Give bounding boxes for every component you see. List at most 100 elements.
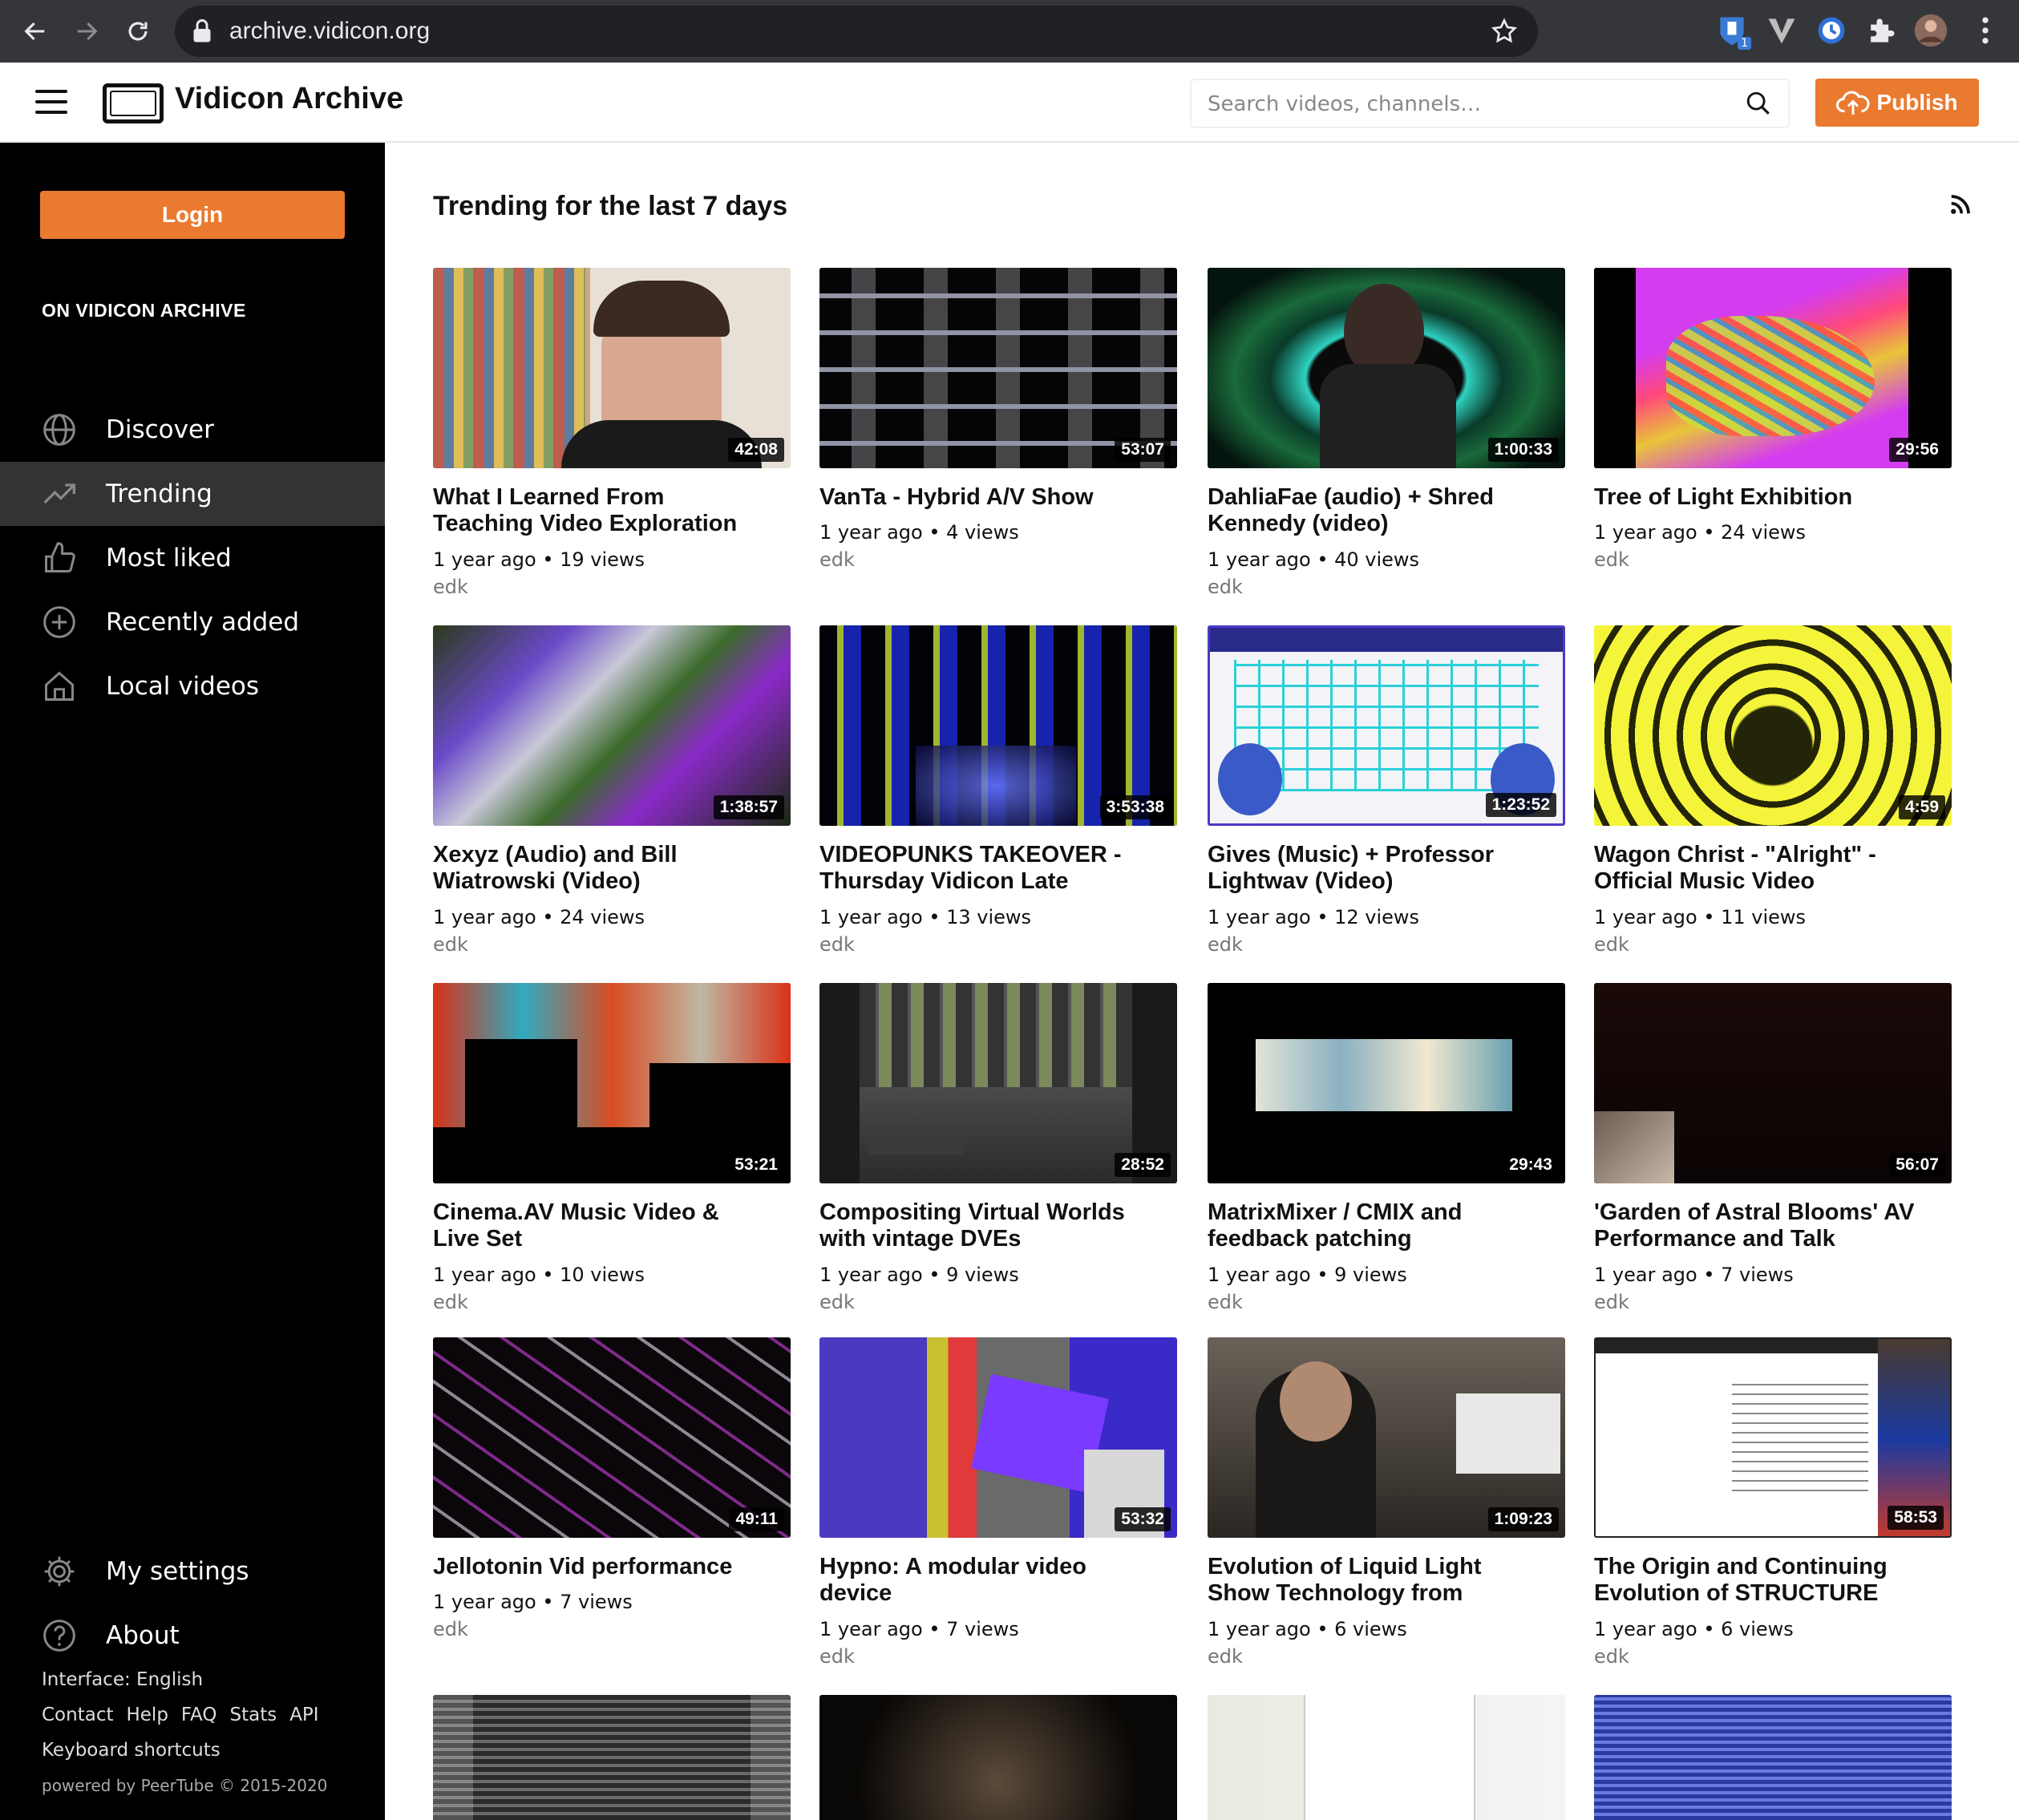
video-thumbnail[interactable]: 28:52 [819,983,1177,1183]
video-age: 1 year ago [819,1618,923,1640]
sidebar-item-recently-added[interactable]: Recently added [0,590,385,654]
video-thumbnail[interactable]: 1:38:57 [433,625,791,826]
sidebar-item-my-settings[interactable]: My settings [0,1539,385,1604]
sidebar-item-local-videos[interactable]: Local videos [0,654,385,718]
video-title[interactable]: Wagon Christ - "Alright" - Official Musi… [1594,842,1915,895]
sidebar-item-about[interactable]: About [0,1604,385,1668]
back-button[interactable] [10,6,61,57]
video-duration: 56:07 [1889,1153,1945,1177]
keyboard-shortcuts-link[interactable]: Keyboard shortcuts [42,1733,332,1768]
hamburger-menu-icon[interactable] [35,90,67,115]
sidebar-section-title: ON VIDICON ARCHIVE [42,300,246,321]
video-channel[interactable]: edk [1208,576,1243,598]
video-title[interactable]: Tree of Light Exhibition [1594,484,1915,511]
browser-menu-icon[interactable] [1968,13,2003,48]
video-thumbnail[interactable]: 56:07 [1594,983,1952,1183]
video-thumbnail[interactable] [1208,1695,1565,1820]
video-thumbnail[interactable]: 4:59 [1594,625,1952,826]
sidebar-footer: Interface: English Contact Help FAQ Stats AP… [42,1662,332,1803]
extension-v-icon[interactable] [1764,13,1799,48]
video-thumbnail[interactable]: 1:00:33 [1208,268,1565,468]
address-bar[interactable]: archive.vidicon.org [175,6,1538,57]
video-channel[interactable]: edk [1208,1291,1243,1313]
interface-language[interactable]: Interface: English [42,1662,332,1697]
video-title[interactable]: Xexyz (Audio) and Bill Wiatrowski (Video… [433,842,754,895]
video-title[interactable]: Evolution of Liquid Light Show Technolog… [1208,1554,1528,1607]
bookmark-star-icon[interactable] [1490,17,1519,46]
video-thumbnail[interactable]: 1:23:52 [1208,625,1565,826]
login-button[interactable]: Login [40,191,345,239]
video-channel[interactable]: edk [1208,933,1243,956]
publish-button[interactable]: Publish [1815,79,1979,127]
sidebar-item-trending[interactable]: Trending [0,462,385,526]
footer-link-stats[interactable]: Stats [229,1705,277,1725]
video-thumbnail[interactable]: 53:21 [433,983,791,1183]
footer-link-faq[interactable]: FAQ [181,1705,217,1725]
video-title[interactable]: VIDEOPUNKS TAKEOVER - Thursday Vidicon L… [819,842,1140,895]
video-title[interactable]: Cinema.AV Music Video & Live Set [433,1199,754,1252]
profile-avatar-icon[interactable] [1913,13,1948,48]
video-age: 1 year ago [1594,906,1697,928]
video-thumbnail[interactable]: 49:11 [433,1337,791,1538]
sidebar-item-most-liked[interactable]: Most liked [0,526,385,590]
sidebar-item-discover[interactable]: Discover [0,398,385,462]
video-channel[interactable]: edk [1208,1645,1243,1668]
video-channel[interactable]: edk [433,576,468,598]
video-thumbnail[interactable]: 1:09:23 [1208,1337,1565,1538]
video-age: 1 year ago [1208,906,1311,928]
video-channel[interactable]: edk [1594,1645,1629,1668]
footer-link-help[interactable]: Help [126,1705,168,1725]
footer-link-api[interactable]: API [289,1705,318,1725]
video-thumbnail[interactable] [433,1695,791,1820]
video-title[interactable]: What I Learned From Teaching Video Explo… [433,484,754,537]
footer-link-contact[interactable]: Contact [42,1705,113,1725]
extension-shield-icon[interactable]: 1 [1714,13,1751,50]
video-channel[interactable]: edk [1594,933,1629,956]
video-channel[interactable]: edk [819,548,855,571]
video-thumbnail[interactable]: 42:08 [433,268,791,468]
search-icon[interactable] [1745,90,1772,117]
video-channel[interactable]: edk [819,1645,855,1668]
extension-badge: 1 [1738,37,1751,50]
video-channel[interactable]: edk [819,933,855,956]
video-thumbnail[interactable]: 3:53:38 [819,625,1177,826]
video-channel[interactable]: edk [433,1291,468,1313]
video-title[interactable]: Compositing Virtual Worlds with vintage … [819,1199,1140,1252]
extensions-puzzle-icon[interactable] [1863,13,1899,48]
search-input[interactable] [1192,80,1738,128]
video-title[interactable]: Gives (Music) + Professor Lightwav (Vide… [1208,842,1528,895]
video-channel[interactable]: edk [433,933,468,956]
forward-button[interactable] [61,6,112,57]
video-title[interactable]: VanTa - Hybrid A/V Show [819,484,1140,511]
video-thumbnail[interactable]: 53:07 [819,268,1177,468]
video-thumbnail[interactable]: 58:53 [1594,1337,1952,1538]
plus-circle-icon [43,606,75,638]
powered-by-link[interactable]: powered by PeerTube [42,1776,214,1795]
video-title[interactable]: 'Garden of Astral Blooms' AV Performance… [1594,1199,1915,1252]
video-age: 1 year ago [819,1264,923,1286]
site-title[interactable]: Vidicon Archive [175,82,403,116]
video-thumbnail[interactable]: 53:32 [819,1337,1177,1538]
video-title[interactable]: Hypno: A modular video device [819,1554,1140,1607]
video-title[interactable]: Jellotonin Vid performance [433,1554,754,1580]
gear-icon [44,1556,75,1587]
video-title[interactable]: DahliaFae (audio) + Shred Kennedy (video… [1208,484,1528,537]
reload-button[interactable] [112,6,164,57]
video-thumbnail[interactable] [819,1695,1177,1820]
video-thumbnail[interactable] [1594,1695,1952,1820]
video-channel[interactable]: edk [819,1291,855,1313]
logo-icon[interactable] [103,83,164,123]
video-views: 10 views [560,1264,645,1286]
extension-clock-icon[interactable] [1814,13,1849,48]
video-title[interactable]: MatrixMixer / CMIX and feedback patching [1208,1199,1528,1252]
video-channel[interactable]: edk [1594,548,1629,571]
video-thumbnail[interactable]: 29:56 [1594,268,1952,468]
video-title[interactable]: The Origin and Continuing Evolution of S… [1594,1554,1915,1607]
video-thumbnail[interactable]: 29:43 [1208,983,1565,1183]
video-duration: 1:38:57 [713,795,784,819]
rss-feed-icon[interactable] [1948,192,1972,216]
trending-icon [43,483,75,504]
powered-by: powered by PeerTube © 2015-2020 [42,1768,332,1803]
video-channel[interactable]: edk [433,1618,468,1640]
video-channel[interactable]: edk [1594,1291,1629,1313]
